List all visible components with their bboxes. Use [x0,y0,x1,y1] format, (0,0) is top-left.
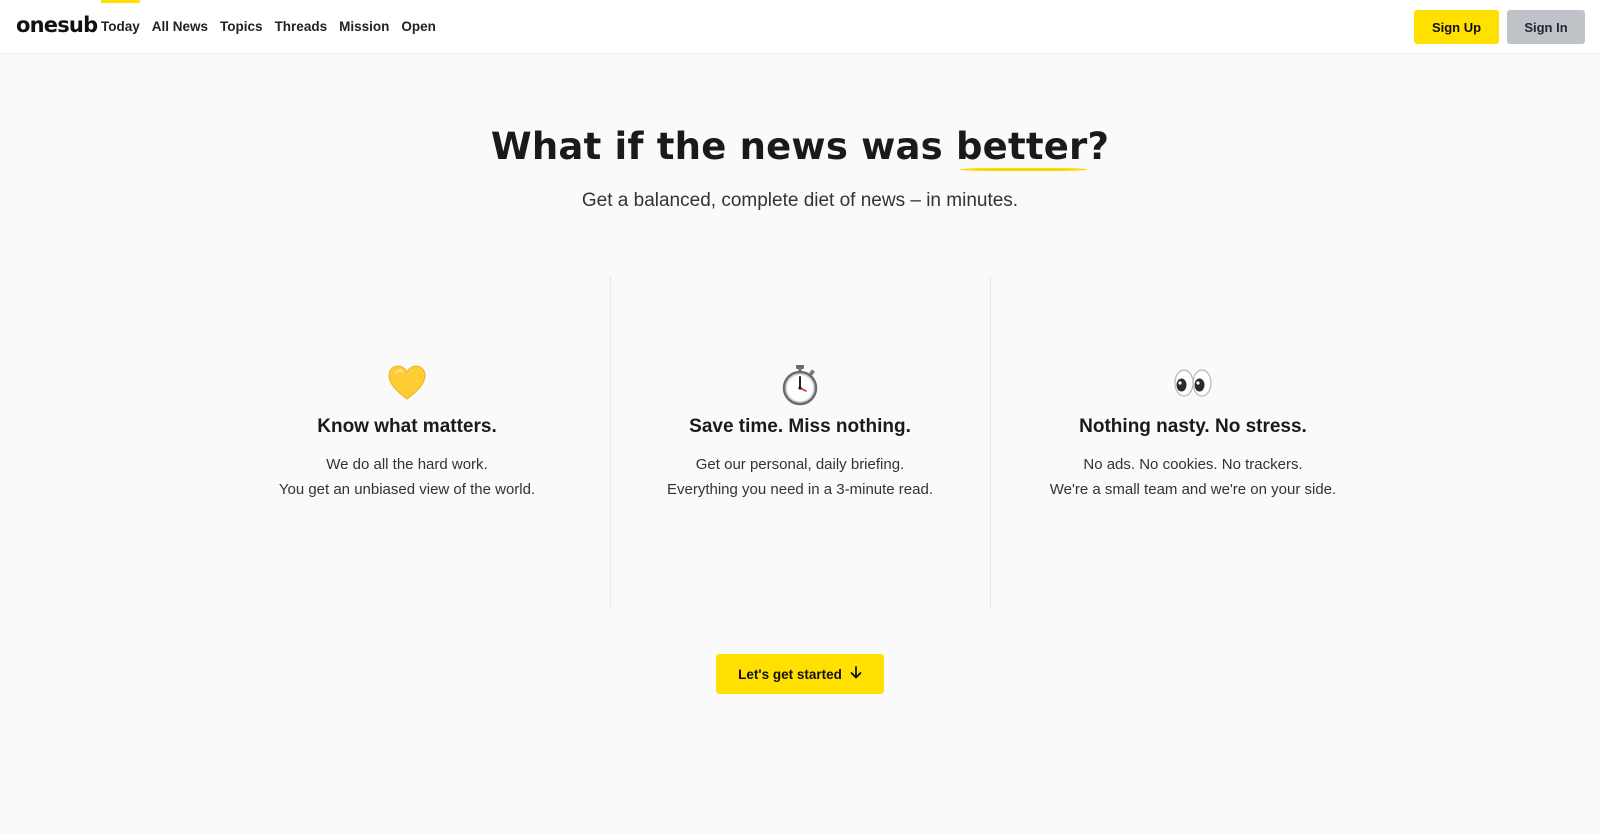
feature-description: Everything you need in a 3-minute read. [667,481,933,498]
column-divider [990,276,991,608]
feature-save-time: Save time. Miss nothing. Get our persona… [610,364,990,502]
stopwatch-icon [610,364,990,406]
main-nav: Today All News Topics Threads Mission Op… [101,0,448,54]
feature-description: You get an unbiased view of the world. [278,481,536,498]
feature-know-what-matters: Know what matters. We do all the hard wo… [217,364,597,502]
feature-description: We do all the hard work. [326,456,488,473]
yellow-heart-icon [217,364,597,406]
nav-item-topics[interactable]: Topics [220,0,263,54]
hero-title: What if the news was better? [0,125,1600,171]
arrow-down-icon [850,666,862,682]
onesub-logo[interactable]: onesub [16,13,98,37]
feature-description: Get our personal, daily briefing. [695,456,905,473]
nav-item-threads[interactable]: Threads [275,0,328,54]
feature-description: No ads. No cookies. No trackers. [1083,456,1303,473]
nav-item-all-news[interactable]: All News [152,0,208,54]
get-started-button[interactable]: Let's get started [716,654,884,694]
hero-title-highlight: better [955,125,1088,171]
get-started-label: Let's get started [738,666,842,682]
hero-subtitle: Get a balanced, complete diet of news – … [581,190,1019,211]
nav-item-mission[interactable]: Mission [339,0,389,54]
feature-title: Know what matters. [317,416,497,437]
eyes-icon [1003,364,1383,406]
feature-nothing-nasty: Nothing nasty. No stress. No ads. No coo… [1003,364,1383,502]
sign-up-button[interactable]: Sign Up [1414,10,1499,44]
nav-item-today[interactable]: Today [101,0,140,54]
top-navigation-bar: onesub Today All News Topics Threads Mis… [0,0,1600,54]
feature-title: Nothing nasty. No stress. [1079,416,1307,437]
hero-title-suffix: ? [1087,125,1110,168]
feature-title: Save time. Miss nothing. [689,416,911,437]
nav-item-open[interactable]: Open [401,0,436,54]
hero-title-prefix: What if the news was [490,125,956,168]
feature-description: We're a small team and we're on your sid… [1049,481,1337,498]
sign-in-button[interactable]: Sign In [1507,10,1585,44]
